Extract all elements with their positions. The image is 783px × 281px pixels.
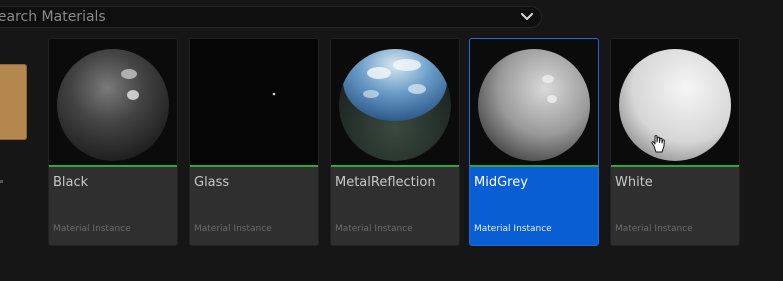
hand-cursor-icon bbox=[650, 134, 668, 158]
material-info: MetalReflection Material Instance bbox=[331, 167, 459, 245]
material-tile-black[interactable]: Black Material Instance bbox=[48, 38, 178, 246]
material-name: Glass bbox=[194, 175, 230, 190]
material-info: Glass Material Instance bbox=[190, 167, 318, 245]
material-name: Black bbox=[53, 175, 89, 190]
material-name: MetalReflection bbox=[335, 175, 436, 190]
material-info: Black Material Instance bbox=[49, 167, 177, 245]
material-type: Material Instance bbox=[474, 224, 552, 234]
material-info: MidGrey Material Instance bbox=[470, 167, 598, 245]
material-type: Material Instance bbox=[335, 224, 413, 234]
material-thumbnail bbox=[331, 39, 459, 165]
material-type: Material Instance bbox=[615, 224, 693, 234]
material-name: White bbox=[615, 175, 653, 190]
material-thumbnail bbox=[190, 39, 318, 165]
search-placeholder: Search Materials bbox=[0, 9, 106, 25]
material-name: MidGrey bbox=[474, 175, 528, 190]
material-type: Material Instance bbox=[53, 224, 131, 234]
material-thumbnail bbox=[49, 39, 177, 165]
material-tile-white[interactable]: White Material Instance bbox=[610, 38, 740, 246]
material-tile-metalreflection[interactable]: MetalReflection Material Instance bbox=[330, 38, 460, 246]
chevron-down-icon[interactable] bbox=[520, 10, 534, 24]
search-materials-bar[interactable]: Search Materials bbox=[0, 6, 542, 28]
material-type: Material Instance bbox=[194, 224, 272, 234]
material-tile-midgrey[interactable]: MidGrey Material Instance bbox=[469, 38, 599, 246]
divider-dot bbox=[0, 180, 3, 183]
material-thumbnail bbox=[470, 39, 598, 165]
material-color-swatch[interactable] bbox=[0, 64, 27, 140]
material-tile-glass[interactable]: Glass Material Instance bbox=[189, 38, 319, 246]
material-info: White Material Instance bbox=[611, 167, 739, 245]
material-thumbnail bbox=[611, 39, 739, 165]
